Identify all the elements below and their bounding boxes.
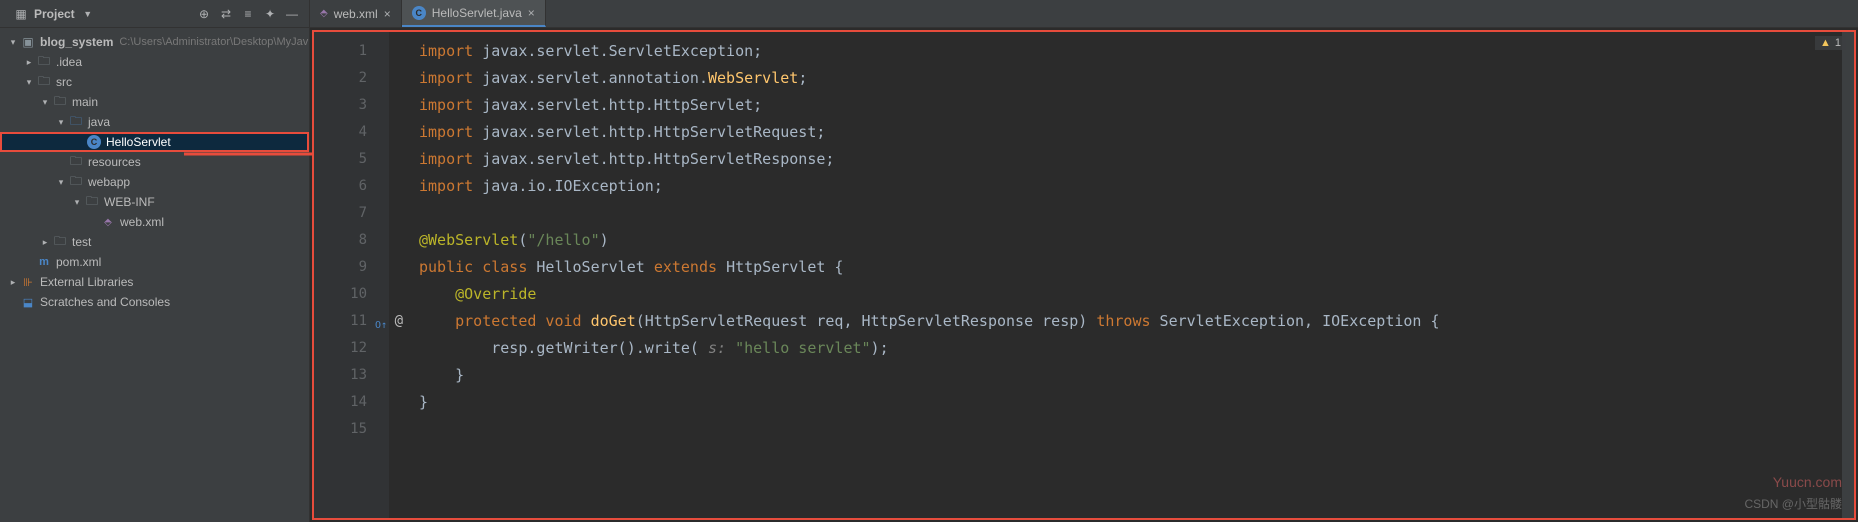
folder-icon: 🗀 (36, 54, 52, 70)
tab-web-xml[interactable]: ⬘ web.xml × (310, 0, 402, 27)
gear-icon[interactable]: ✦ (261, 5, 279, 23)
code-content[interactable]: import javax.servlet.ServletException;im… (389, 32, 1842, 518)
webapp-label: webapp (88, 175, 130, 189)
close-icon[interactable]: × (528, 6, 535, 20)
pom-label: pom.xml (56, 255, 101, 269)
watermark-csdn: CSDN @小型骷髅 (1744, 495, 1842, 512)
chevron-right-icon: ▸ (38, 237, 52, 248)
project-header: ▦ Project ▼ ⊕ ⇄ ≡ ✦ — (0, 0, 309, 28)
tree-external-libraries[interactable]: ▸ ⊪ External Libraries (0, 272, 309, 292)
refresh-icon[interactable]: ⇄ (217, 5, 235, 23)
idea-label: .idea (56, 55, 82, 69)
chevron-down-icon: ▾ (54, 117, 68, 128)
folder-icon: 🗀 (84, 194, 100, 210)
tree-scratches[interactable]: ⬓ Scratches and Consoles (0, 292, 309, 312)
resources-label: resources (88, 155, 141, 169)
target-icon[interactable]: ⊕ (195, 5, 213, 23)
tree-pom[interactable]: m pom.xml (0, 252, 309, 272)
library-icon: ⊪ (20, 274, 36, 290)
gutter: 1234567891011O↑@12131415 (314, 32, 389, 518)
chevron-down-icon: ▾ (22, 77, 36, 88)
tree-test[interactable]: ▸ 🗀 test (0, 232, 309, 252)
tree-webapp[interactable]: ▾ 🗀 webapp (0, 172, 309, 192)
project-dropdown-icon[interactable]: ▦ (12, 5, 30, 23)
chevron-down-icon[interactable]: ▼ (79, 5, 97, 23)
warning-count: 1 (1835, 37, 1841, 49)
folder-icon: 🗀 (68, 174, 84, 190)
root-path: C:\Users\Administrator\Desktop\MyJav (119, 36, 308, 48)
main-label: main (72, 95, 98, 109)
tree-root[interactable]: ▾ ▣ blog_system C:\Users\Administrator\D… (0, 32, 309, 52)
folder-icon: 🗀 (36, 74, 52, 90)
chevron-down-icon: ▾ (54, 177, 68, 188)
tab-hello-servlet[interactable]: C HelloServlet.java × (402, 0, 546, 27)
webxml-label: web.xml (120, 215, 164, 229)
chevron-right-icon: ▸ (6, 277, 20, 288)
close-icon[interactable]: × (384, 7, 391, 21)
tab-label: web.xml (334, 7, 378, 21)
tree-main[interactable]: ▾ 🗀 main (0, 92, 309, 112)
chevron-down-icon: ▾ (70, 197, 84, 208)
class-file-icon: C (412, 6, 426, 20)
tree-webinf[interactable]: ▾ 🗀 WEB-INF (0, 192, 309, 212)
editor-area: ⬘ web.xml × C HelloServlet.java × 123456… (310, 0, 1858, 522)
editor-scrollbar[interactable] (1842, 32, 1854, 518)
project-tree: ▾ ▣ blog_system C:\Users\Administrator\D… (0, 28, 309, 522)
tree-webxml[interactable]: ⬘ web.xml (0, 212, 309, 232)
ext-libs-label: External Libraries (40, 275, 133, 289)
webinf-label: WEB-INF (104, 195, 155, 209)
source-folder-icon: 🗀 (68, 114, 84, 130)
folder-icon: 🗀 (52, 234, 68, 250)
tree-idea[interactable]: ▸ 🗀 .idea (0, 52, 309, 72)
hello-servlet-label: HelloServlet (106, 135, 171, 149)
module-icon: ▣ (20, 34, 36, 50)
watermark: Yuucn.com (1773, 474, 1842, 490)
scratches-label: Scratches and Consoles (40, 295, 170, 309)
warning-icon: ▲ (1820, 37, 1831, 49)
class-icon: C (86, 134, 102, 150)
tree-src[interactable]: ▾ 🗀 src (0, 72, 309, 92)
project-sidebar: ▦ Project ▼ ⊕ ⇄ ≡ ✦ — ▾ ▣ blog_system C:… (0, 0, 310, 522)
maven-file-icon: m (36, 254, 52, 270)
hide-icon[interactable]: — (283, 5, 301, 23)
editor-tabs: ⬘ web.xml × C HelloServlet.java × (310, 0, 1858, 28)
chevron-right-icon: ▸ (22, 57, 36, 68)
scratches-icon: ⬓ (20, 294, 36, 310)
project-title: Project (34, 7, 75, 21)
test-label: test (72, 235, 91, 249)
chevron-down-icon: ▾ (6, 37, 20, 48)
resources-folder-icon: 🗀 (68, 154, 84, 170)
tree-hello-servlet[interactable]: C HelloServlet (0, 132, 309, 152)
collapse-icon[interactable]: ≡ (239, 5, 257, 23)
root-label: blog_system (40, 35, 113, 49)
tree-resources[interactable]: 🗀 resources (0, 152, 309, 172)
java-label: java (88, 115, 110, 129)
xml-file-icon: ⬘ (320, 8, 328, 19)
src-label: src (56, 75, 72, 89)
tab-label: HelloServlet.java (432, 6, 522, 20)
tree-java[interactable]: ▾ 🗀 java (0, 112, 309, 132)
code-editor[interactable]: 1234567891011O↑@12131415 import javax.se… (312, 30, 1856, 520)
folder-icon: 🗀 (52, 94, 68, 110)
chevron-down-icon: ▾ (38, 97, 52, 108)
xml-file-icon: ⬘ (100, 214, 116, 230)
warnings-badge[interactable]: ▲ 1 (1815, 36, 1846, 50)
